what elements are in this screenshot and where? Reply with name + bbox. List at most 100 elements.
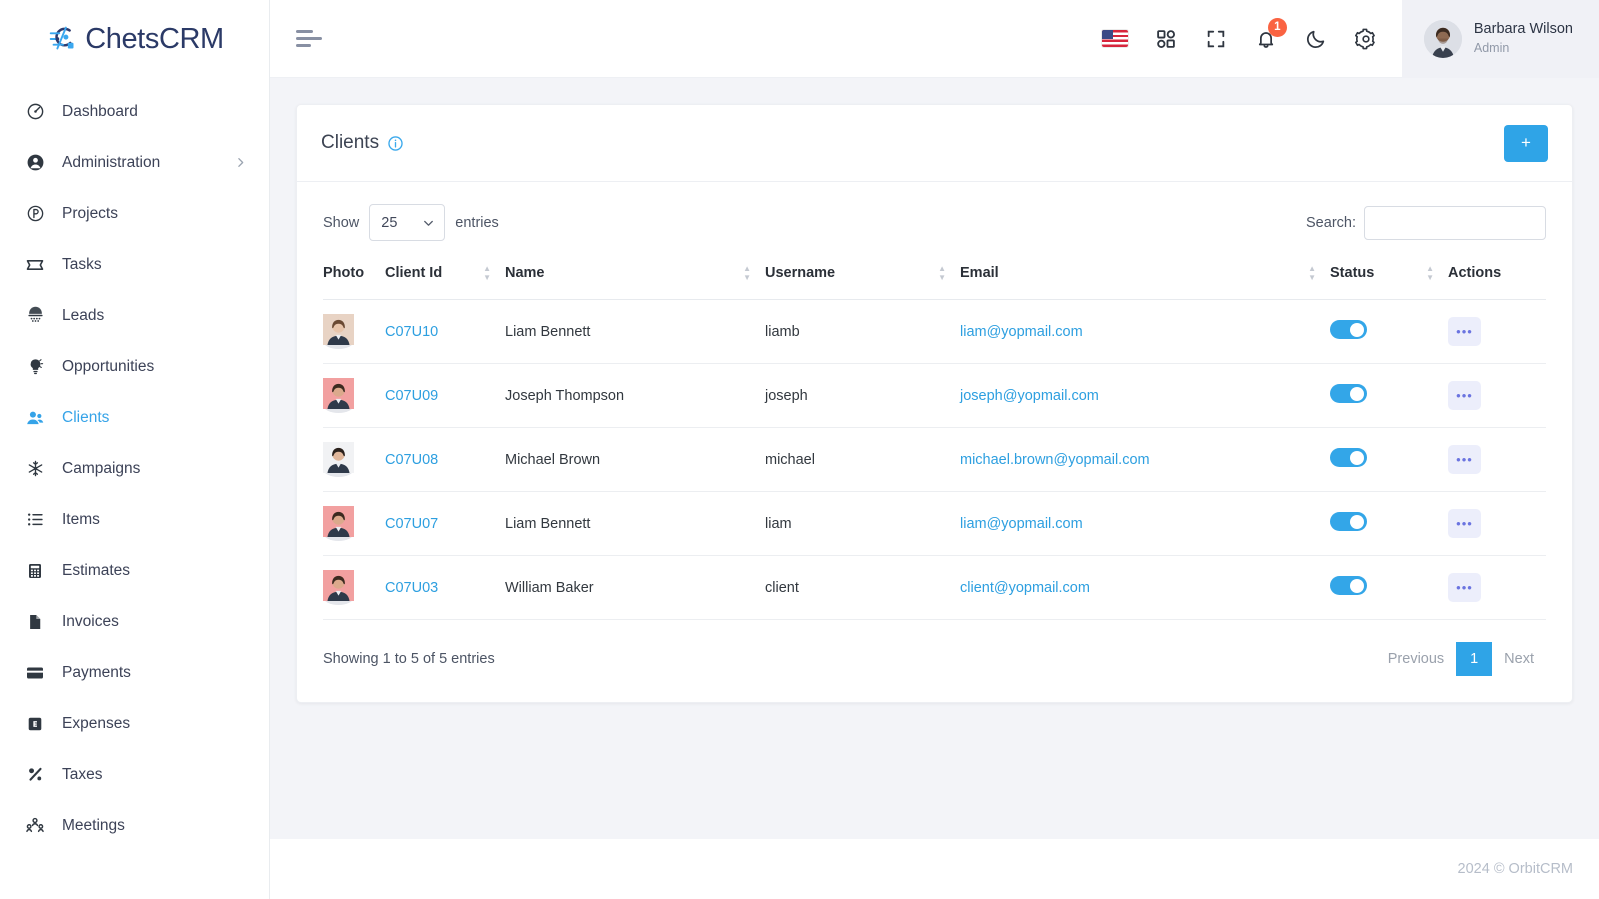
cell-status	[1330, 427, 1448, 492]
status-toggle[interactable]	[1330, 576, 1367, 595]
table-controls: Show 102550100 entries Search:	[297, 182, 1572, 255]
row-actions-button[interactable]: •••	[1448, 445, 1481, 474]
column-header-email[interactable]: Email ▲ ▼	[960, 255, 1330, 300]
sort-indicator-icon: ▲ ▼	[938, 264, 946, 282]
info-circle-icon[interactable]	[387, 135, 404, 152]
sidebar-item-taxes[interactable]: Taxes	[0, 749, 269, 800]
add-client-button[interactable]: +	[1504, 124, 1548, 162]
notification-bell-icon[interactable]: 1	[1254, 17, 1287, 51]
clients-card: Clients + Show 25 entries Search: Photo …	[296, 104, 1573, 703]
row-actions-button[interactable]: •••	[1448, 317, 1481, 346]
sidebar-item-projects[interactable]: Projects	[0, 188, 269, 239]
avatar	[1423, 19, 1462, 58]
sidebar-item-label: Leads	[62, 306, 105, 324]
client-email-link[interactable]: liam@yopmail.com	[960, 516, 1083, 532]
client-avatar	[323, 570, 354, 605]
client-id-link[interactable]: C07U10	[385, 324, 438, 340]
footer: 2024 © OrbitCRM	[270, 839, 1599, 899]
cell-photo	[323, 427, 385, 492]
column-header-client-id[interactable]: Client Id ▲ ▼	[385, 255, 505, 300]
chets-logo-icon	[45, 20, 83, 58]
table-head: Photo Client Id ▲ ▼ Name ▲ ▼ Username ▲ …	[323, 255, 1546, 300]
clients-table: Photo Client Id ▲ ▼ Name ▲ ▼ Username ▲ …	[323, 255, 1546, 620]
cell-username: client	[765, 555, 960, 620]
page-length-select[interactable]: 102550100	[369, 204, 446, 241]
sidebar-item-meetings[interactable]: Meetings	[0, 800, 269, 851]
hamburger-icon[interactable]	[296, 30, 322, 47]
status-toggle[interactable]	[1330, 448, 1367, 467]
sidebar-item-estimates[interactable]: Estimates	[0, 545, 269, 596]
row-actions-button[interactable]: •••	[1448, 381, 1481, 410]
users-icon	[24, 407, 46, 429]
gauge-icon	[24, 101, 46, 123]
sidebar-item-label: Payments	[62, 663, 131, 681]
topbar-actions: 1	[1101, 17, 1402, 51]
apps-grid-icon[interactable]	[1154, 27, 1178, 51]
cell-client-id: C07U09	[385, 363, 505, 428]
user-circle-icon	[24, 152, 46, 174]
topbar: 1 Barbara Wilson Admin	[270, 0, 1599, 78]
user-profile-menu[interactable]: Barbara Wilson Admin	[1401, 0, 1599, 78]
status-toggle[interactable]	[1330, 512, 1367, 531]
lightbulb-icon	[24, 356, 46, 378]
notification-badge: 1	[1267, 17, 1287, 37]
cell-username: joseph	[765, 363, 960, 428]
column-header-name[interactable]: Name ▲ ▼	[505, 255, 765, 300]
credit-card-icon	[24, 662, 46, 684]
cell-actions: •••	[1448, 299, 1546, 364]
sidebar-item-label: Invoices	[62, 612, 119, 630]
client-id-link[interactable]: C07U07	[385, 516, 438, 532]
people-group-icon	[24, 815, 46, 837]
sidebar: ChetsCRM Dashboard Administration Projec…	[0, 0, 270, 899]
card-header: Clients +	[297, 105, 1572, 182]
client-email-link[interactable]: liam@yopmail.com	[960, 324, 1083, 340]
sidebar-item-items[interactable]: Items	[0, 494, 269, 545]
client-email-link[interactable]: michael.brown@yopmail.com	[960, 452, 1150, 468]
table-body: C07U10 Liam Bennett liamb liam@yopmail.com •…	[323, 299, 1546, 620]
status-toggle[interactable]	[1330, 384, 1367, 403]
cell-photo	[323, 363, 385, 428]
row-actions-button[interactable]: •••	[1448, 509, 1481, 538]
pagination-next[interactable]: Next	[1492, 642, 1546, 676]
sidebar-item-expenses[interactable]: Expenses	[0, 698, 269, 749]
cell-client-id: C07U07	[385, 491, 505, 556]
pagination-page-1[interactable]: 1	[1456, 642, 1493, 676]
fullscreen-icon[interactable]	[1204, 27, 1228, 51]
settings-gear-icon[interactable]	[1354, 27, 1378, 51]
cell-client-id: C07U10	[385, 299, 505, 364]
client-avatar	[323, 314, 354, 349]
sidebar-item-tasks[interactable]: Tasks	[0, 239, 269, 290]
status-toggle[interactable]	[1330, 320, 1367, 339]
search-group: Search:	[1306, 205, 1546, 240]
client-email-link[interactable]: client@yopmail.com	[960, 580, 1090, 596]
client-avatar	[323, 378, 354, 413]
search-input[interactable]	[1364, 205, 1546, 240]
client-id-link[interactable]: C07U03	[385, 580, 438, 596]
client-id-link[interactable]: C07U09	[385, 388, 438, 404]
brand-logo-area[interactable]: ChetsCRM	[0, 0, 269, 78]
language-flag-us-icon[interactable]	[1101, 30, 1128, 47]
cell-actions: •••	[1448, 491, 1546, 556]
client-id-link[interactable]: C07U08	[385, 452, 438, 468]
column-header-username[interactable]: Username ▲ ▼	[765, 255, 960, 300]
column-header-status[interactable]: Status ▲ ▼	[1330, 255, 1448, 300]
sidebar-item-campaigns[interactable]: Campaigns	[0, 443, 269, 494]
client-email-link[interactable]: joseph@yopmail.com	[960, 388, 1099, 404]
sort-indicator-icon: ▲ ▼	[483, 264, 491, 282]
app-root: ChetsCRM Dashboard Administration Projec…	[0, 0, 1599, 899]
sidebar-item-payments[interactable]: Payments	[0, 647, 269, 698]
sidebar-item-opportunities[interactable]: Opportunities	[0, 341, 269, 392]
sidebar-item-clients[interactable]: Clients	[0, 392, 269, 443]
sidebar-item-dashboard[interactable]: Dashboard	[0, 86, 269, 137]
profile-text-block: Barbara Wilson Admin	[1474, 20, 1573, 56]
column-header-photo[interactable]: Photo	[323, 255, 385, 300]
cell-username: michael	[765, 427, 960, 492]
column-header-actions[interactable]: Actions	[1448, 255, 1546, 300]
sidebar-item-administration[interactable]: Administration	[0, 137, 269, 188]
sidebar-item-invoices[interactable]: Invoices	[0, 596, 269, 647]
sidebar-item-leads[interactable]: Leads	[0, 290, 269, 341]
row-actions-button[interactable]: •••	[1448, 573, 1481, 602]
dark-mode-moon-icon[interactable]	[1304, 27, 1328, 51]
pagination-previous[interactable]: Previous	[1376, 642, 1456, 676]
search-label: Search:	[1306, 214, 1356, 231]
